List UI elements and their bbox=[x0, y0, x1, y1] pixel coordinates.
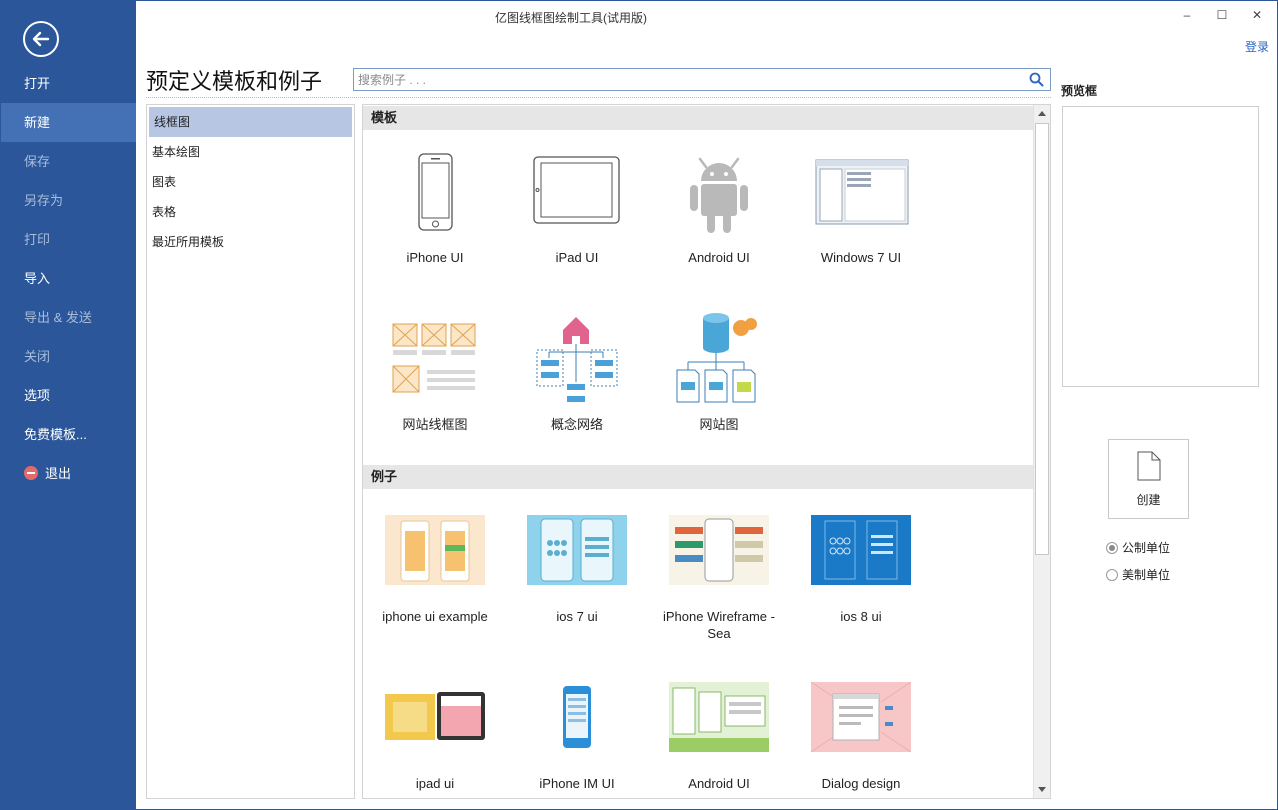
nav-new[interactable]: 新建 bbox=[1, 103, 136, 142]
template-iphone-ui[interactable]: iPhone UI bbox=[375, 145, 495, 270]
nav-close[interactable]: 关闭 bbox=[1, 337, 136, 376]
close-button[interactable]: ✕ bbox=[1243, 5, 1271, 25]
site-map-icon bbox=[676, 313, 757, 403]
example-label: iPhone IM UI bbox=[539, 776, 615, 791]
example-label: iPhone Wireframe - Sea bbox=[663, 609, 775, 641]
template-label: 网站图 bbox=[699, 417, 739, 432]
nav-print[interactable]: 打印 bbox=[1, 220, 136, 259]
nav-options[interactable]: 选项 bbox=[1, 376, 136, 415]
templates-heading: 模板 bbox=[363, 106, 1034, 130]
gallery-scrollbar[interactable] bbox=[1033, 105, 1050, 798]
template-label: iPhone UI bbox=[406, 250, 464, 265]
category-recent-templates[interactable]: 最近所用模板 bbox=[147, 227, 354, 257]
example-thumbnail bbox=[385, 515, 485, 585]
example-ios8-ui[interactable]: ios 8 ui bbox=[801, 515, 921, 640]
preview-label: 预览框 bbox=[1061, 84, 1098, 98]
example-android-ui[interactable]: Android UI bbox=[659, 682, 779, 797]
example-thumbnail bbox=[527, 682, 627, 752]
exit-icon bbox=[24, 466, 38, 480]
category-basic-drawing[interactable]: 基本绘图 bbox=[147, 137, 354, 167]
example-thumbnail bbox=[669, 515, 769, 585]
example-thumbnail bbox=[811, 515, 911, 585]
website-wireframe-icon bbox=[392, 323, 476, 393]
example-thumbnail bbox=[669, 682, 769, 752]
arrow-down-icon bbox=[1038, 787, 1046, 792]
template-label: 概念网络 bbox=[550, 417, 603, 432]
window-title: 亿图线框图绘制工具(试用版) bbox=[495, 11, 647, 25]
minimize-button[interactable]: – bbox=[1173, 5, 1201, 25]
scroll-up-button[interactable] bbox=[1034, 105, 1050, 122]
nav-export-send[interactable]: 导出 & 发送 bbox=[1, 298, 136, 337]
create-label: 创建 bbox=[1136, 493, 1161, 507]
template-windows7-ui[interactable]: Windows 7 UI bbox=[801, 145, 921, 270]
example-label: ios 7 ui bbox=[556, 609, 598, 624]
radio-selected-indicator bbox=[1106, 542, 1118, 554]
template-label: Android UI bbox=[688, 250, 750, 265]
examples-heading: 例子 bbox=[363, 465, 1034, 489]
nav-import[interactable]: 导入 bbox=[1, 259, 136, 298]
example-dialog-design[interactable]: Dialog design bbox=[801, 682, 921, 797]
template-gallery: 模板 iPhone UI iPad UI Android UI Windows … bbox=[362, 104, 1051, 799]
login-link[interactable]: 登录 bbox=[1245, 38, 1269, 55]
category-charts[interactable]: 图表 bbox=[147, 167, 354, 197]
nav-save[interactable]: 保存 bbox=[1, 142, 136, 181]
search-box bbox=[353, 68, 1051, 91]
example-thumbnail bbox=[811, 682, 911, 752]
nav-open[interactable]: 打开 bbox=[1, 64, 136, 103]
example-ios7-ui[interactable]: ios 7 ui bbox=[517, 515, 637, 640]
maximize-button[interactable]: ☐ bbox=[1208, 5, 1236, 25]
template-site-map[interactable]: 网站图 bbox=[659, 310, 779, 435]
example-label: ios 8 ui bbox=[840, 609, 882, 624]
search-input[interactable] bbox=[354, 69, 1014, 90]
iphone-icon bbox=[418, 153, 453, 231]
search-icon[interactable] bbox=[1029, 72, 1044, 87]
nav-save-as[interactable]: 另存为 bbox=[1, 181, 136, 220]
header-divider bbox=[146, 97, 1051, 98]
template-label: iPad UI bbox=[555, 250, 599, 265]
radio-indicator bbox=[1106, 569, 1118, 581]
concept-network-icon bbox=[536, 317, 618, 402]
template-website-wireframe[interactable]: 网站线框图 bbox=[375, 310, 495, 435]
template-label: 网站线框图 bbox=[402, 417, 468, 432]
app-window: 打开 新建 保存 另存为 打印 导入 导出 & 发送 关闭 选项 免费模板...… bbox=[0, 0, 1278, 810]
template-android-ui[interactable]: Android UI bbox=[659, 145, 779, 270]
windows-window-icon bbox=[815, 159, 909, 225]
unit-metric-radio[interactable]: 公制单位 bbox=[1106, 539, 1170, 556]
new-document-icon bbox=[1137, 451, 1161, 481]
file-menu-sidebar: 打开 新建 保存 另存为 打印 导入 导出 & 发送 关闭 选项 免费模板...… bbox=[1, 1, 136, 809]
preview-box bbox=[1062, 106, 1259, 387]
example-iphone-ui-example[interactable]: iphone ui example bbox=[375, 515, 495, 640]
back-button[interactable] bbox=[23, 21, 59, 57]
category-tables[interactable]: 表格 bbox=[147, 197, 354, 227]
example-ipad-ui[interactable]: ipad ui bbox=[375, 682, 495, 797]
unit-imperial-label: 美制单位 bbox=[1122, 568, 1171, 582]
example-iphone-wireframe-sea[interactable]: iPhone Wireframe - Sea bbox=[659, 515, 779, 641]
nav-free-templates[interactable]: 免费模板... bbox=[1, 415, 136, 454]
arrow-up-icon bbox=[1038, 111, 1046, 116]
category-wireframe[interactable]: 线框图 bbox=[149, 107, 352, 137]
example-thumbnail bbox=[385, 682, 485, 752]
unit-metric-label: 公制单位 bbox=[1122, 541, 1171, 555]
back-arrow-icon bbox=[32, 31, 50, 47]
template-ipad-ui[interactable]: iPad UI bbox=[517, 145, 637, 270]
ipad-icon bbox=[533, 156, 620, 224]
example-iphone-im-ui[interactable]: iPhone IM UI bbox=[517, 682, 637, 797]
unit-imperial-radio[interactable]: 美制单位 bbox=[1106, 566, 1170, 583]
scroll-down-button[interactable] bbox=[1034, 781, 1050, 798]
android-robot-icon bbox=[690, 157, 748, 233]
template-label: Windows 7 UI bbox=[820, 250, 902, 265]
example-thumbnail bbox=[527, 515, 627, 585]
nav-exit-label: 退出 bbox=[45, 466, 72, 481]
page-title: 预定义模板和例子 bbox=[146, 69, 323, 94]
create-button[interactable]: 创建 bbox=[1108, 439, 1189, 519]
example-label: Dialog design bbox=[821, 776, 901, 791]
example-label: Android UI bbox=[688, 776, 750, 791]
nav-exit[interactable]: 退出 bbox=[1, 454, 136, 493]
example-label: ipad ui bbox=[415, 776, 455, 791]
example-label: iphone ui example bbox=[382, 609, 488, 624]
template-concept-network[interactable]: 概念网络 bbox=[517, 310, 637, 435]
scroll-thumb[interactable] bbox=[1035, 123, 1049, 555]
category-list: 线框图 基本绘图 图表 表格 最近所用模板 bbox=[146, 104, 355, 799]
